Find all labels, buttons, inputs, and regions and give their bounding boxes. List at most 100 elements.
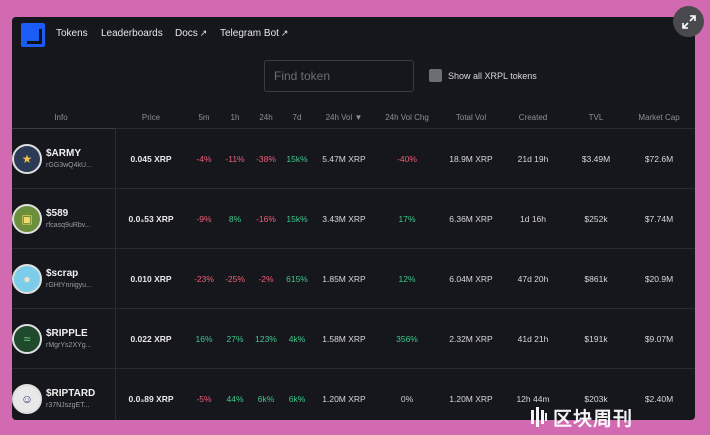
cell-5m: -4% (196, 154, 212, 164)
search-box (264, 60, 414, 92)
cell-tvl: $191k (584, 334, 608, 344)
cell-24h-vol: 1.58M XRP (322, 334, 366, 344)
token-avatar: ≈ (12, 324, 42, 354)
cell-24h-vol-chg: 17% (398, 214, 416, 224)
cell-24h-vol-chg: 356% (396, 334, 418, 344)
cell-24h: 123% (255, 334, 277, 344)
fullscreen-button[interactable] (673, 6, 704, 37)
cell-24h-vol: 3.43M XRP (322, 214, 366, 224)
token-symbol: $scrap (46, 268, 79, 279)
table-row[interactable]: ● $scrap rGHtYnnigyu... 0.010 XRP -23% -… (12, 249, 695, 309)
cell-24h-vol-chg: 0% (400, 394, 414, 404)
table-row[interactable]: ▣ $589 rfcasq9uRbv... 0.0₃53 XRP -9% 8% … (12, 189, 695, 249)
cell-created: 41d 21h (517, 334, 549, 344)
col-price[interactable]: Price (142, 113, 160, 122)
col-24h-vol[interactable]: 24h Vol ▼ (326, 113, 363, 122)
col-market-cap[interactable]: Market Cap (638, 113, 679, 122)
cell-7d: 615% (286, 274, 308, 284)
app-window: Tokens Leaderboards Docs ↗ Telegram Bot ↗ … (12, 17, 695, 420)
col-created[interactable]: Created (519, 113, 547, 122)
cell-24h: 6k% (257, 394, 275, 404)
cell-24h: -2% (258, 274, 274, 284)
token-avatar: ● (12, 264, 42, 294)
cell-5m: -5% (196, 394, 212, 404)
col-tvl[interactable]: TVL (589, 113, 604, 122)
nav-leaderboards[interactable]: Leaderboards (101, 28, 163, 39)
col-info: Info (54, 113, 68, 122)
table-row[interactable]: ≈ $RIPPLE rMgrYs2XYg... 0.022 XRP 16% 27… (12, 309, 695, 369)
cell-24h-vol: 5.47M XRP (322, 154, 366, 164)
ripple-wordmark-icon: ≈ (23, 332, 31, 346)
nav-telegram-bot[interactable]: Telegram Bot ↗ (220, 28, 288, 39)
cell-24h: -38% (256, 154, 276, 164)
cell-total-vol: 1.20M XRP (449, 394, 493, 404)
col-24h-vol-chg[interactable]: 24h Vol Chg (385, 113, 429, 122)
token-avatar: ★ (12, 144, 42, 174)
cell-24h-vol-chg: -40% (397, 154, 417, 164)
watermark-text: 区块周刊 (553, 408, 634, 430)
token-symbol: $ARMY (46, 148, 82, 159)
cell-5m: 16% (195, 334, 213, 344)
search-input[interactable] (265, 61, 413, 91)
cell-price: 0.0₃53 XRP (128, 214, 174, 224)
nav-tokens[interactable]: Tokens (56, 28, 88, 39)
token-symbol: $RIPTARD (46, 388, 96, 399)
cell-market-cap: $72.6M (644, 154, 674, 164)
pixel-character-icon: ▣ (21, 212, 33, 226)
cell-1h: 27% (226, 334, 244, 344)
cell-tvl: $252k (584, 214, 608, 224)
expand-icon (681, 14, 696, 29)
cell-total-vol: 2.32M XRP (449, 334, 493, 344)
cell-total-vol: 6.04M XRP (449, 274, 493, 284)
army-star-icon: ★ (21, 152, 33, 166)
external-link-icon: ↗ (199, 28, 208, 38)
cell-market-cap: $20.9M (644, 274, 674, 284)
col-7d[interactable]: 7d (293, 113, 302, 122)
top-nav: Tokens Leaderboards Docs ↗ Telegram Bot ↗ (12, 17, 695, 51)
cell-tvl: $3.49M (581, 154, 611, 164)
cell-7d: 15k% (286, 214, 308, 224)
cell-market-cap: $9.07M (644, 334, 674, 344)
token-avatar: ☺ (12, 384, 42, 414)
cell-created: 12h 44m (516, 394, 550, 404)
col-1h[interactable]: 1h (231, 113, 240, 122)
cell-created: 21d 19h (517, 154, 549, 164)
cell-24h-vol: 1.85M XRP (322, 274, 366, 284)
cell-tvl: $203k (584, 394, 608, 404)
cell-price: 0.022 XRP (130, 334, 172, 344)
table-header: Info Price 5m 1h 24h 7d 24h Vol ▼ 24h Vo… (12, 113, 695, 127)
token-symbol: $RIPPLE (46, 328, 88, 339)
app-logo[interactable] (21, 23, 45, 47)
token-address: rGHtYnnigyu... (46, 282, 92, 289)
watermark-logo-icon (531, 407, 547, 427)
col-total-vol[interactable]: Total Vol (456, 113, 486, 122)
show-all-checkbox[interactable] (429, 69, 442, 82)
cell-7d: 6k% (288, 394, 306, 404)
token-address: rfcasq9uRbv... (46, 222, 91, 229)
external-link-icon: ↗ (280, 28, 289, 38)
show-all-label[interactable]: Show all XRPL tokens (448, 71, 537, 81)
cell-created: 1d 16h (520, 214, 546, 224)
cell-market-cap: $2.40M (644, 394, 674, 404)
watermark: 区块周刊 (530, 404, 633, 430)
token-address: rGG3wQ4kU... (46, 162, 92, 169)
cell-24h-vol: 1.20M XRP (322, 394, 366, 404)
cell-1h: 44% (226, 394, 244, 404)
col-24h[interactable]: 24h (259, 113, 272, 122)
nav-docs[interactable]: Docs ↗ (175, 28, 207, 39)
cell-tvl: $861k (584, 274, 608, 284)
cell-market-cap: $7.74M (644, 214, 674, 224)
table-row[interactable]: ★ $ARMY rGG3wQ4kU... 0.045 XRP -4% -11% … (12, 129, 695, 189)
cell-price: 0.045 XRP (130, 154, 172, 164)
cell-24h: -16% (256, 214, 276, 224)
token-address: r37NJszgET... (46, 402, 90, 409)
cell-total-vol: 6.36M XRP (449, 214, 493, 224)
dog-face-icon: ● (23, 272, 31, 286)
cell-1h: 8% (228, 214, 242, 224)
cell-price: 0.0₃89 XRP (128, 394, 174, 404)
cell-7d: 4k% (288, 334, 306, 344)
cell-1h: -11% (225, 154, 245, 164)
token-avatar: ▣ (12, 204, 42, 234)
cell-7d: 15k% (286, 154, 308, 164)
col-5m[interactable]: 5m (198, 113, 209, 122)
